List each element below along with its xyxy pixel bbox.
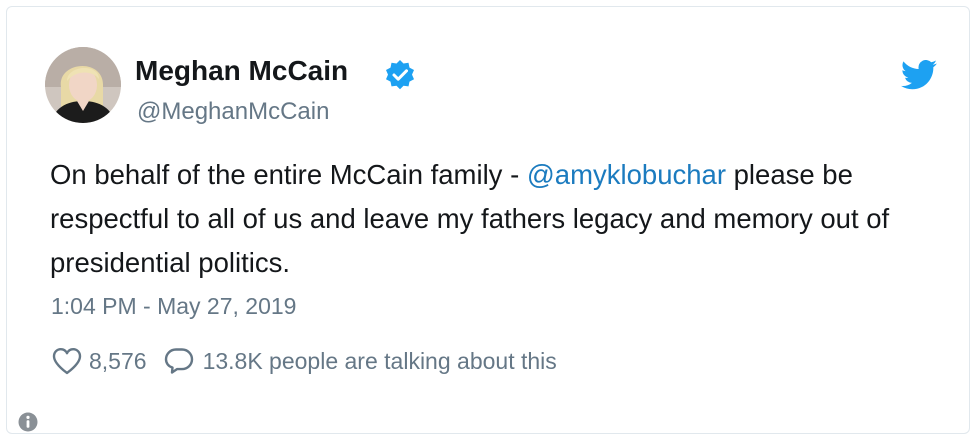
tweet-text-before: On behalf of the entire McCain family -: [50, 159, 527, 190]
embedded-tweet-card: Meghan McCain @MeghanMcCain On behalf of…: [6, 6, 970, 434]
tweet-text: On behalf of the entire McCain family - …: [50, 153, 940, 285]
heart-icon[interactable]: [51, 346, 83, 376]
author-name[interactable]: Meghan McCain: [135, 55, 348, 87]
speech-bubble-icon[interactable]: [163, 346, 195, 376]
avatar-photo: [45, 47, 121, 123]
conversation-link[interactable]: 13.8K people are talking about this: [203, 348, 557, 375]
author-handle[interactable]: @MeghanMcCain: [137, 98, 329, 126]
info-icon[interactable]: [18, 412, 38, 432]
mention-link[interactable]: @amyklobuchar: [527, 159, 726, 190]
avatar[interactable]: [45, 47, 121, 123]
verified-badge-icon: [386, 60, 414, 90]
twitter-bird-icon[interactable]: [901, 60, 937, 90]
likes-count[interactable]: 8,576: [89, 348, 147, 375]
tweet-timestamp[interactable]: 1:04 PM - May 27, 2019: [51, 293, 296, 320]
engagement-bar: 8,576 13.8K people are talking about thi…: [51, 344, 557, 378]
